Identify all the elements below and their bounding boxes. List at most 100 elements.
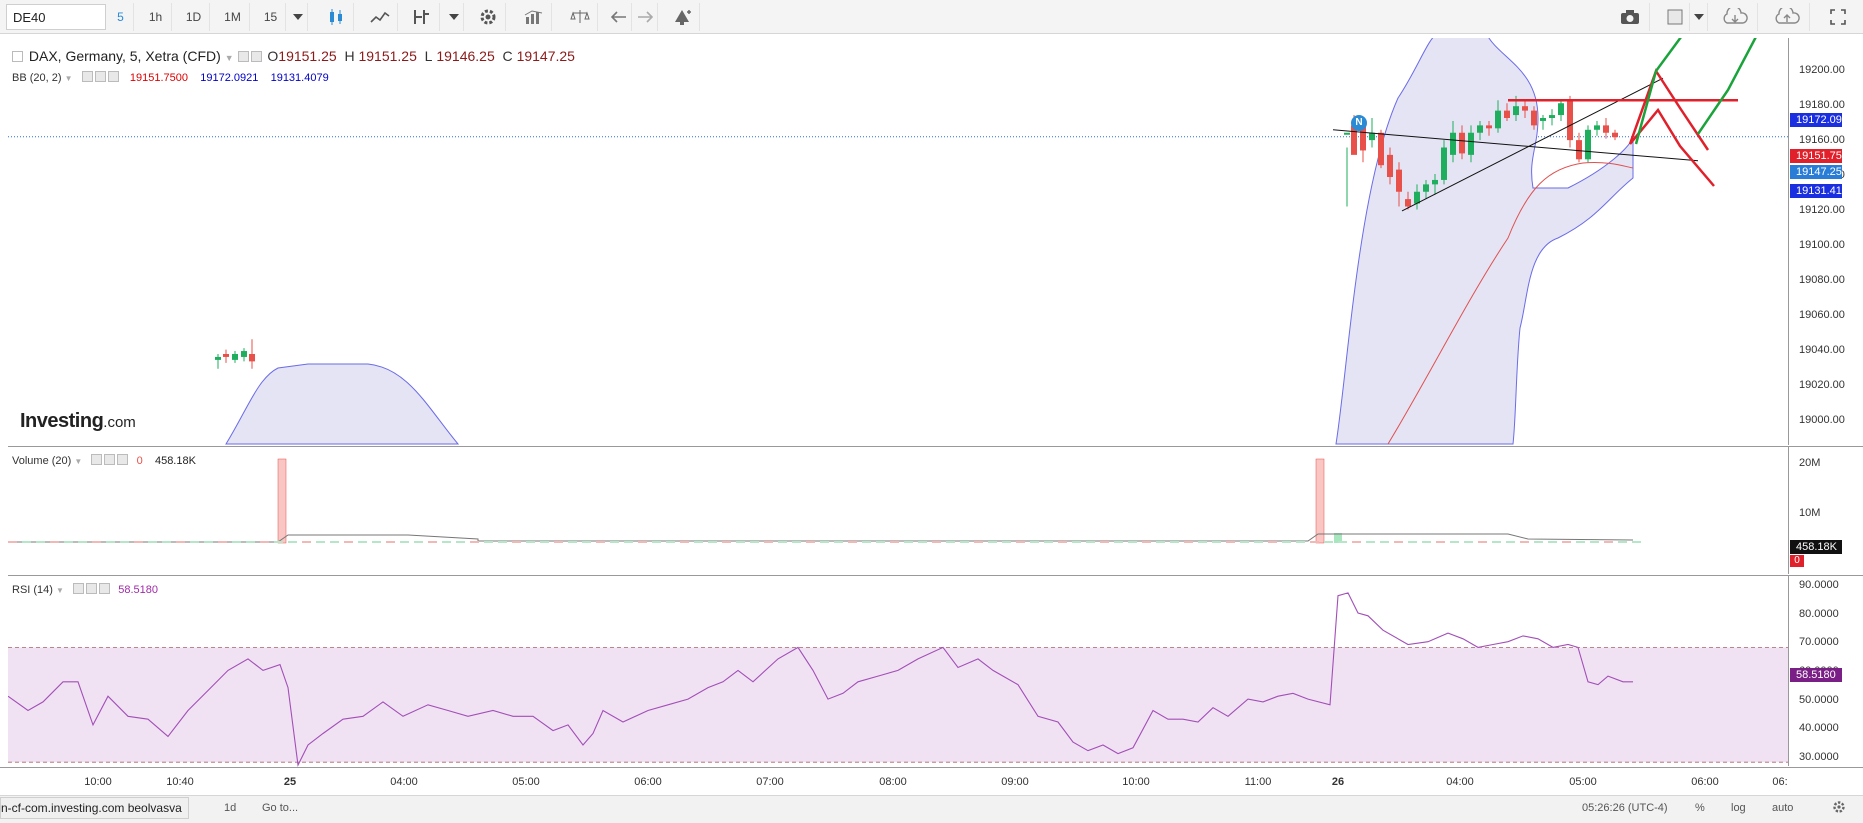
redo-icon[interactable]: [632, 3, 658, 31]
time-axis[interactable]: 10:00 10:40 25 04:00 05:00 06:00 07:00 08:00 09:…: [0, 767, 1863, 795]
volume-bar: [386, 541, 395, 543]
settings-gear-icon[interactable]: [470, 3, 506, 31]
green-projection-right: [1696, 32, 1760, 135]
volume-bar: [1618, 541, 1627, 543]
bb-dropdown-icon[interactable]: ▼: [65, 74, 73, 83]
volume-bar: [288, 541, 297, 543]
rsi-axis[interactable]: 90.0000 80.0000 70.0000 60.0000 50.0000 …: [1788, 575, 1863, 766]
rsi-settings-icon[interactable]: [73, 583, 85, 594]
volume-hide-icon[interactable]: [104, 454, 116, 465]
price-chart-pane[interactable]: DAX, Germany, 5, Xetra (CFD) ▼ O19151.25…: [8, 32, 1788, 445]
color-square-icon[interactable]: [1660, 3, 1690, 31]
volume-bar: [1184, 541, 1193, 543]
auto-scale-toggle[interactable]: auto: [1772, 802, 1793, 814]
rsi-canvas[interactable]: [7, 576, 1788, 767]
interval-1h-button[interactable]: 1h: [140, 3, 172, 31]
bottom-settings-gear-icon[interactable]: [1832, 800, 1846, 817]
volume-bar: [8, 541, 17, 543]
volume-bar: [778, 541, 787, 543]
candle-body: [1405, 199, 1411, 207]
volume-bar: [1422, 541, 1431, 543]
price-tick: 19040.00: [1799, 344, 1845, 356]
bb-close-icon[interactable]: [107, 71, 119, 82]
time-tick: 26: [1331, 776, 1345, 788]
volume-axis[interactable]: 20M 10M 458.18K 0: [1788, 446, 1863, 574]
drawing-tools-icon[interactable]: [404, 3, 440, 31]
interval-1d-button[interactable]: 1D: [178, 3, 210, 31]
candle-body: [1459, 132, 1465, 154]
camera-snapshot-icon[interactable]: [1610, 3, 1650, 31]
time-tick: 09:00: [1001, 776, 1029, 788]
title-dropdown-icon[interactable]: ▼: [225, 53, 234, 63]
volume-close-icon[interactable]: [117, 454, 129, 465]
volume-canvas[interactable]: [8, 447, 1788, 575]
bb-hide-icon[interactable]: [94, 71, 106, 82]
range-1d-button[interactable]: 1d: [224, 802, 236, 814]
volume-bar: [708, 541, 717, 543]
goto-date-button[interactable]: Go to...: [262, 802, 298, 814]
volume-dropdown-icon[interactable]: ▼: [74, 457, 82, 466]
candle-body: [1531, 110, 1537, 126]
collapse-square-icon[interactable]: [12, 51, 23, 62]
fullscreen-icon[interactable]: [1820, 3, 1856, 31]
volume-bar: [1562, 541, 1571, 543]
compare-bars-icon[interactable]: [516, 3, 552, 31]
bb-basis-price-tag: 19151.75: [1790, 149, 1842, 163]
price-chart-canvas[interactable]: [8, 32, 1788, 445]
volume-bar: [1534, 541, 1543, 543]
time-tick: 04:00: [1446, 776, 1474, 788]
candlestick-chart-type-icon[interactable]: [318, 3, 354, 31]
candle-body: [1369, 132, 1375, 141]
cloud-upload-icon[interactable]: [1764, 3, 1810, 31]
volume-bar: [1310, 541, 1319, 543]
volume-zero-value: 0: [136, 455, 143, 467]
volume-bar: [932, 541, 941, 543]
clock-timezone[interactable]: 05:26:26 (UTC-4): [1582, 802, 1668, 814]
ohlc-low-value: 19146.25: [436, 48, 495, 64]
rsi-hide-icon[interactable]: [86, 583, 98, 594]
ohlc-high-label: H: [344, 48, 355, 64]
scale-balance-icon[interactable]: [562, 3, 598, 31]
interval-dropdown-chevron-icon[interactable]: [288, 3, 308, 31]
rsi-dropdown-icon[interactable]: ▼: [56, 586, 64, 595]
rsi-tick: 80.0000: [1799, 608, 1839, 620]
interval-1m-button[interactable]: 1M: [216, 3, 250, 31]
rsi-band-fill: [8, 647, 1788, 763]
rsi-close-icon[interactable]: [99, 583, 111, 594]
ohlc-open-label: O: [267, 48, 279, 64]
browser-status-url: n-cf-com.investing.com beolvasva: [0, 797, 189, 819]
watermark-domain: .com: [103, 414, 136, 431]
rsi-tick: 70.0000: [1799, 636, 1839, 648]
volume-tick: 10M: [1799, 507, 1821, 519]
volume-settings-icon[interactable]: [91, 454, 103, 465]
drawing-tools-chevron-icon[interactable]: [444, 3, 464, 31]
volume-bar: [1492, 541, 1501, 543]
bottom-bar: 1d Go to... 05:26:26 (UTC-4) % log auto: [0, 795, 1863, 823]
cloud-download-icon[interactable]: [1712, 3, 1758, 31]
volume-bar: [148, 541, 157, 543]
volume-pane[interactable]: Volume (20) ▼ 0 458.18K: [8, 446, 1788, 574]
interval-15-button[interactable]: 15: [256, 3, 286, 31]
log-scale-toggle[interactable]: log: [1731, 802, 1746, 814]
price-axis[interactable]: 19200.00 19180.00 19160.00 19140.00 1912…: [1788, 38, 1863, 445]
news-badge-icon[interactable]: N: [1351, 115, 1367, 131]
alert-bell-icon[interactable]: [664, 3, 700, 31]
volume-bar: [764, 541, 773, 543]
volume-bar: [36, 541, 45, 543]
color-dropdown-chevron-icon[interactable]: [1690, 3, 1708, 31]
volume-bar: [1548, 541, 1557, 543]
rsi-pane[interactable]: RSI (14) ▼ 58.5180: [7, 575, 1788, 767]
candle-body: [1576, 140, 1582, 160]
bb-upper-value: 19172.0921: [200, 72, 259, 84]
time-tick: 06:: [1772, 776, 1788, 788]
indicators-icon[interactable]: [362, 3, 398, 31]
bb-settings-icon[interactable]: [81, 71, 93, 82]
volume-bar: [1464, 541, 1473, 543]
undo-icon[interactable]: [606, 3, 632, 31]
percent-scale-toggle[interactable]: %: [1695, 802, 1705, 814]
interval-5m-button[interactable]: 5: [108, 3, 134, 31]
settings-small-icon[interactable]: [237, 51, 249, 62]
hide-small-icon[interactable]: [250, 51, 262, 62]
symbol-input[interactable]: [6, 4, 106, 30]
volume-bar: [848, 541, 857, 543]
